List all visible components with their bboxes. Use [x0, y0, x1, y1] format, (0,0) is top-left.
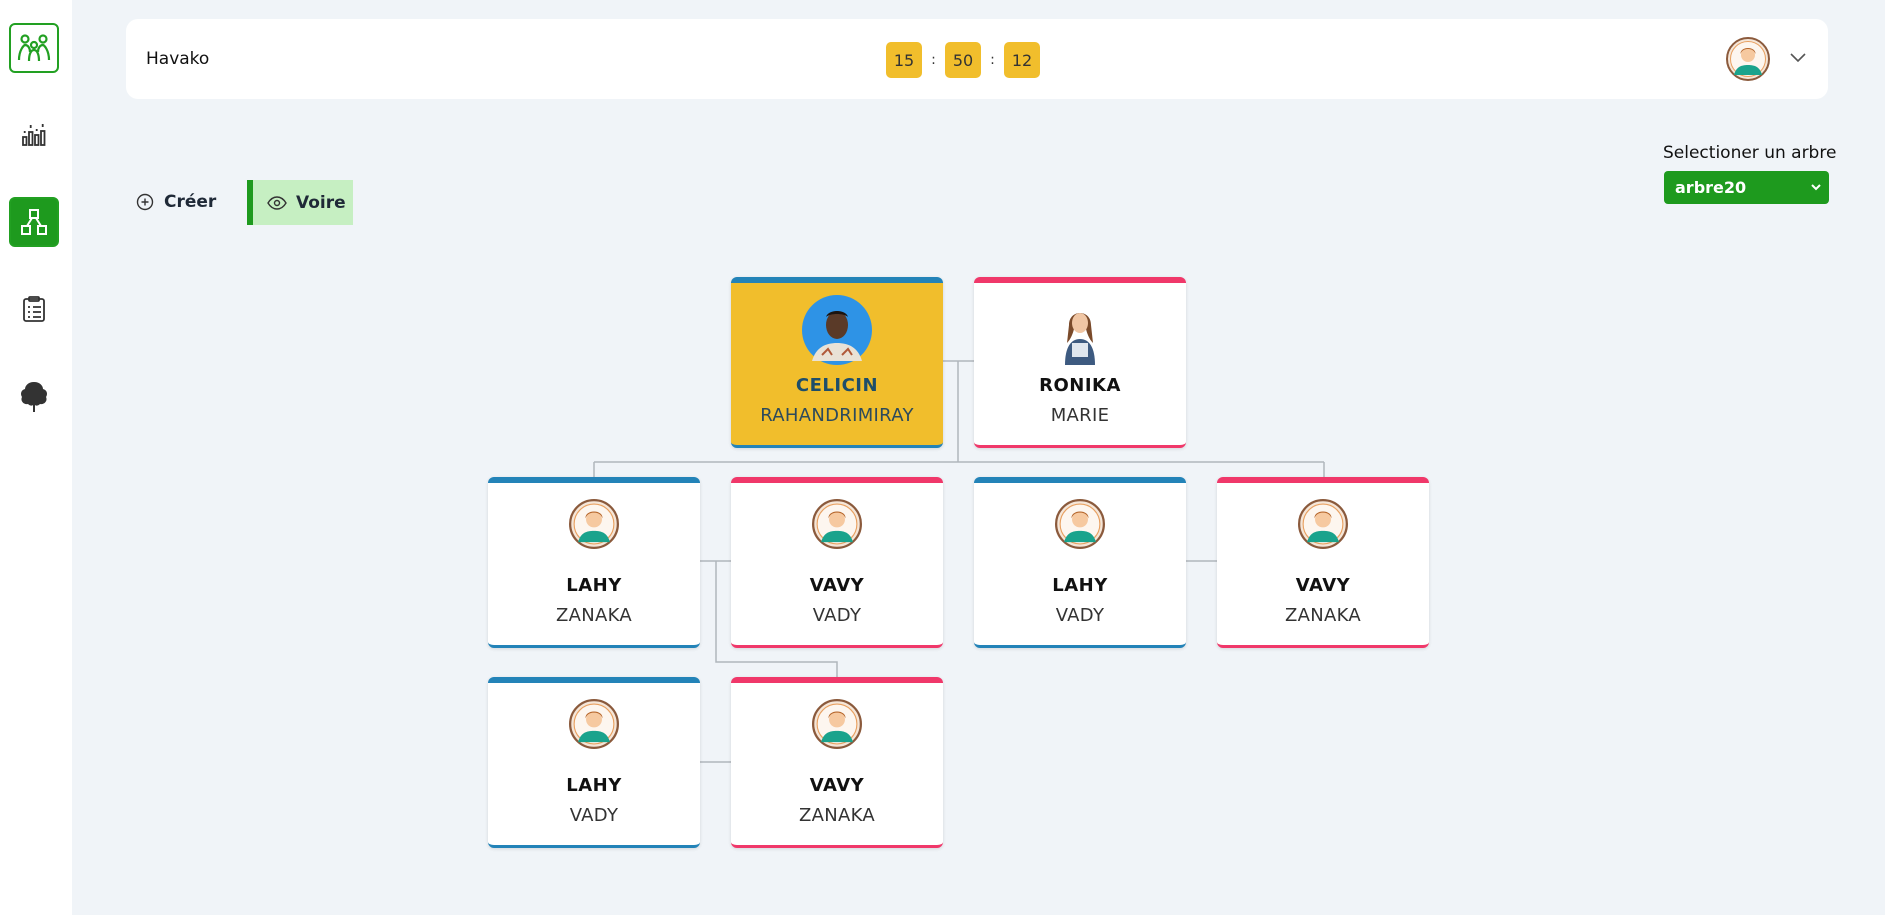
chevron-down-icon: [1811, 184, 1821, 191]
user-avatar[interactable]: [1726, 37, 1770, 81]
default-avatar-icon: [569, 499, 619, 549]
member-last-name: ZANAKA: [798, 805, 876, 826]
member-last-name: ZANAKA: [1284, 605, 1362, 626]
member-last-name: VADY: [812, 605, 862, 626]
clock-separator: :: [990, 52, 995, 68]
tree-select[interactable]: arbre20: [1664, 171, 1829, 204]
sidebar: [0, 0, 72, 915]
member-first-name: VAVY: [809, 575, 865, 596]
family-logo-icon: [17, 34, 51, 62]
create-button-label: Créer: [164, 192, 217, 212]
member-card[interactable]: CELICIN RAHANDRIMIRAY: [731, 277, 943, 448]
sidebar-item-trees[interactable]: [9, 372, 59, 422]
tree-select-value: arbre20: [1675, 178, 1747, 197]
default-avatar-icon: [812, 699, 862, 749]
member-card[interactable]: RONIKA MARIE: [974, 277, 1186, 448]
top-bar: Havako 15 : 50 : 12: [126, 19, 1828, 99]
clock-hours: 15: [886, 42, 922, 78]
clock: 15 : 50 : 12: [886, 42, 1040, 78]
member-card[interactable]: LAHY VADY: [974, 477, 1186, 648]
sidebar-item-tree-structure[interactable]: [9, 197, 59, 247]
create-button[interactable]: Créer: [136, 188, 216, 216]
default-avatar-icon: [1055, 499, 1105, 549]
default-avatar-icon: [1298, 499, 1348, 549]
member-card[interactable]: VAVY ZANAKA: [1217, 477, 1429, 648]
clock-seconds: 12: [1004, 42, 1040, 78]
member-first-name: LAHY: [1052, 575, 1108, 596]
chevron-down-icon[interactable]: [1788, 47, 1808, 67]
sidebar-item-list[interactable]: [9, 284, 59, 334]
member-last-name: VADY: [569, 805, 619, 826]
default-avatar-icon: [812, 499, 862, 549]
member-last-name: ZANAKA: [555, 605, 633, 626]
member-last-name: VADY: [1055, 605, 1105, 626]
member-card[interactable]: VAVY ZANAKA: [731, 677, 943, 848]
view-button[interactable]: Voire: [247, 180, 353, 225]
clock-minutes: 50: [945, 42, 981, 78]
stats-chart-icon: [22, 124, 46, 146]
view-button-label: Voire: [296, 192, 346, 213]
plus-circle-icon: [136, 193, 154, 211]
member-first-name: LAHY: [566, 575, 622, 596]
member-first-name: LAHY: [566, 775, 622, 796]
tree-icon: [21, 382, 47, 412]
member-last-name: RAHANDRIMIRAY: [760, 405, 914, 426]
sidebar-logo-button[interactable]: [9, 23, 59, 73]
eye-icon: [267, 195, 287, 210]
member-first-name: RONIKA: [1039, 375, 1121, 396]
sidebar-item-statistics[interactable]: [9, 110, 59, 160]
default-avatar-icon: [569, 699, 619, 749]
member-card[interactable]: LAHY ZANAKA: [488, 477, 700, 648]
member-first-name: VAVY: [809, 775, 865, 796]
clipboard-list-icon: [23, 296, 45, 322]
member-photo: [1045, 295, 1115, 365]
clock-separator: :: [931, 52, 936, 68]
member-card[interactable]: VAVY VADY: [731, 477, 943, 648]
member-card[interactable]: LAHY VADY: [488, 677, 700, 848]
member-last-name: MARIE: [1050, 405, 1110, 426]
member-photo: [802, 295, 872, 365]
member-first-name: CELICIN: [795, 375, 879, 396]
tree-select-label: Selectioner un arbre: [1663, 143, 1837, 163]
tree-structure-icon: [21, 209, 47, 235]
app-title: Havako: [146, 49, 210, 69]
member-first-name: VAVY: [1295, 575, 1351, 596]
